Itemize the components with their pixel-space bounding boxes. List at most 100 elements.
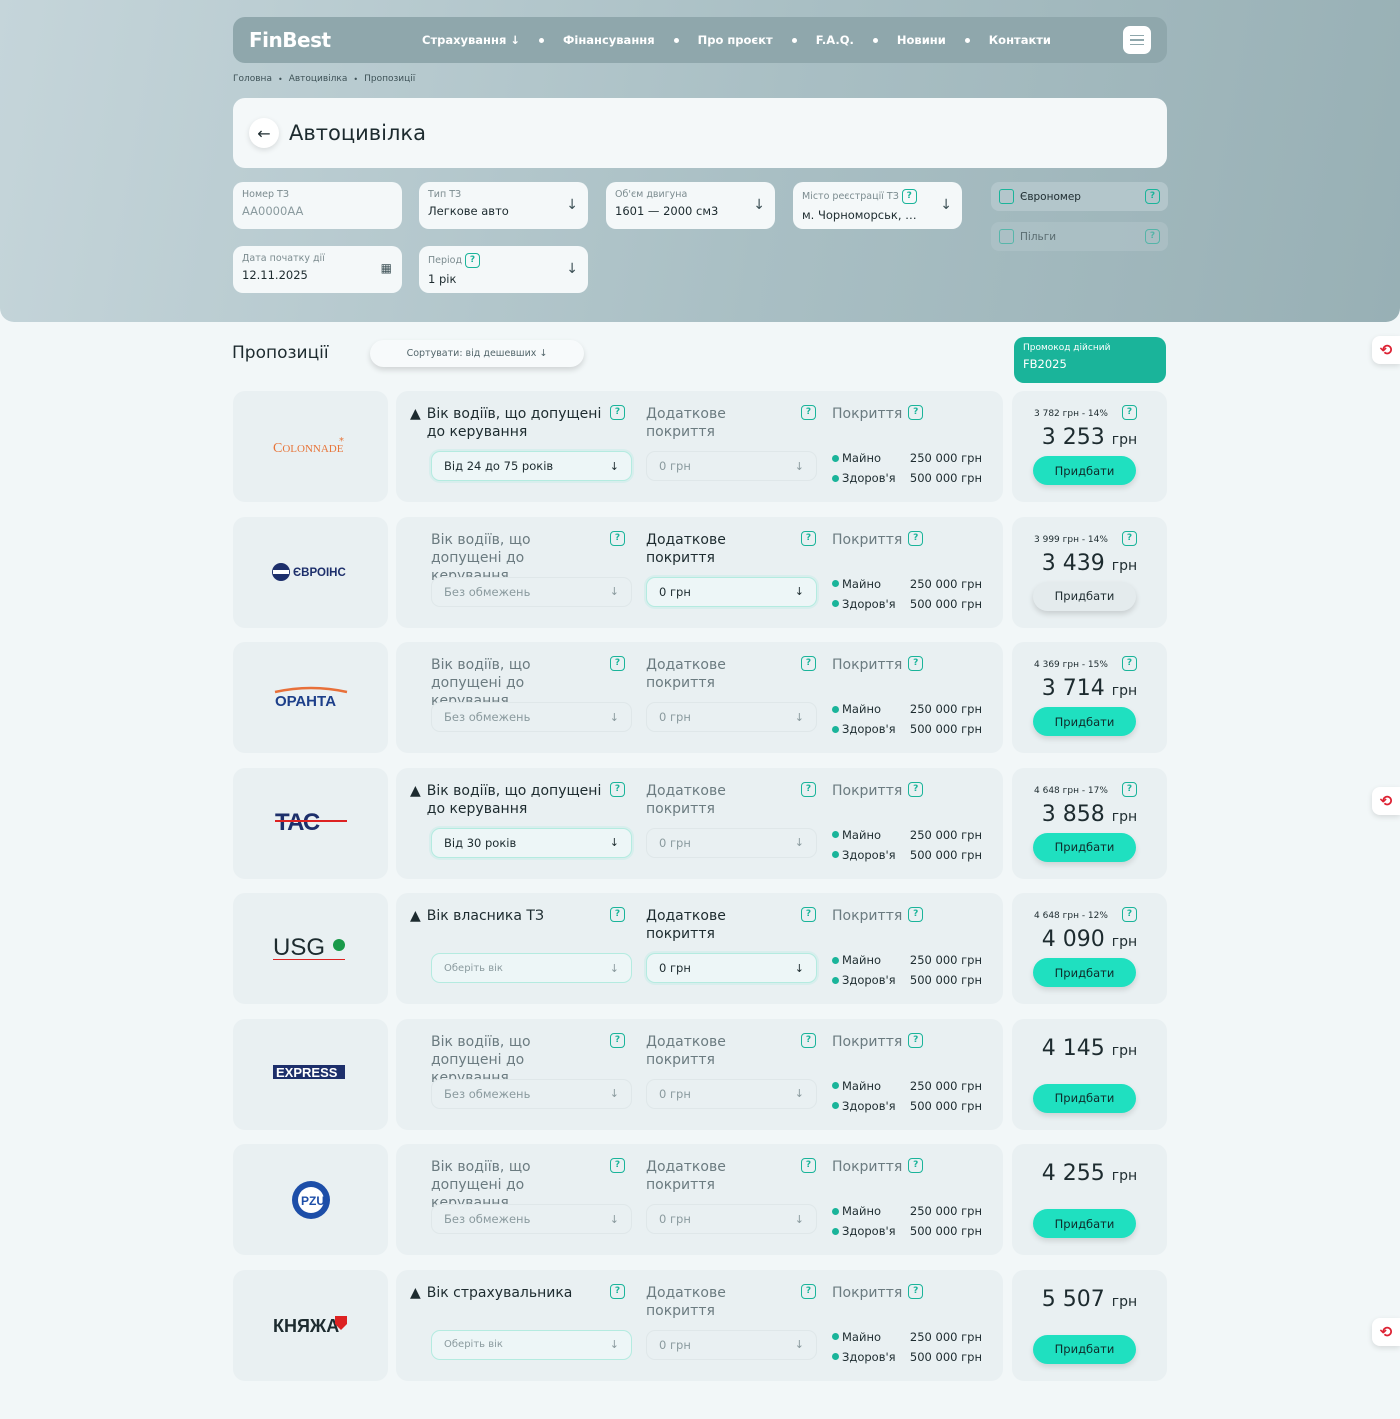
checkbox-icon[interactable] <box>999 189 1014 204</box>
extra-coverage-select[interactable]: 0 грн ↓ <box>646 451 817 481</box>
plate-input[interactable]: AA0000AA <box>242 204 362 218</box>
refresh-icon[interactable]: ⟲ <box>1372 787 1400 815</box>
age-select[interactable]: Від 24 до 75 років ↓ <box>431 451 632 481</box>
extra-coverage-select[interactable]: 0 грн ↓ <box>646 1078 817 1109</box>
offers-title: Пропозиції <box>232 343 329 363</box>
breadcrumb-osago[interactable]: Автоцивілка <box>289 74 348 84</box>
buy-button[interactable]: Придбати <box>1033 707 1136 736</box>
euro-plate-checkbox[interactable]: Єврономер ? <box>991 182 1168 211</box>
buy-button[interactable]: Придбати <box>1033 456 1136 485</box>
help-icon[interactable]: ? <box>801 907 816 922</box>
insurer-logo: КНЯЖА <box>233 1269 388 1381</box>
nav-link[interactable]: Про проєкт <box>698 33 773 47</box>
refresh-icon[interactable]: ⟲ <box>1372 336 1400 364</box>
buy-button[interactable]: Придбати <box>1033 1334 1136 1364</box>
help-icon[interactable]: ? <box>1122 530 1137 546</box>
buy-button[interactable]: Придбати <box>1033 1083 1136 1113</box>
help-icon[interactable]: ? <box>908 1283 924 1299</box>
help-icon[interactable]: ? <box>610 1158 625 1173</box>
checkbox-icon[interactable] <box>999 229 1014 244</box>
help-icon[interactable]: ? <box>1122 656 1137 671</box>
age-select[interactable]: Без обмежень ↓ <box>431 1078 632 1109</box>
svg-text:ТАС: ТАС <box>275 809 320 836</box>
help-icon[interactable]: ? <box>1122 405 1137 420</box>
extra-coverage-select[interactable]: 0 грн ↓ <box>646 1329 817 1360</box>
nav-link[interactable]: F.A.Q. <box>816 33 854 47</box>
buy-button[interactable]: Придбати <box>1033 958 1136 987</box>
city-select[interactable]: Місто реєстрації ТЗ? м. Чорноморськ, Од.… <box>793 182 962 229</box>
start-date-field[interactable]: Дата початку дії 12.11.2025 ▦ <box>233 246 402 293</box>
sort-button[interactable]: Сортувати: від дешевших ↓ <box>370 340 584 367</box>
promo-label: Промокод дійсний <box>1023 343 1111 353</box>
extra-coverage-select[interactable]: 0 грн ↓ <box>646 953 817 983</box>
plate-field[interactable]: Номер ТЗ AA0000AA <box>233 182 402 229</box>
nav-link[interactable]: Страхування ↓ <box>422 33 520 47</box>
help-icon[interactable]: ? <box>901 189 917 204</box>
help-icon[interactable]: ? <box>610 530 625 546</box>
nav-link[interactable]: Новини <box>897 33 946 47</box>
help-icon[interactable]: ? <box>801 656 816 671</box>
menu-icon[interactable] <box>1123 26 1151 54</box>
buy-button[interactable]: Придбати <box>1033 832 1136 862</box>
price-card: 3 999 грн - 14%? 3 439 грн Придбати <box>1012 516 1167 628</box>
help-icon[interactable]: ? <box>610 656 625 671</box>
nav-link[interactable]: Контакти <box>989 33 1051 47</box>
help-icon[interactable]: ? <box>801 1283 816 1299</box>
help-icon[interactable]: ? <box>908 530 924 546</box>
help-icon[interactable]: ? <box>908 656 924 671</box>
help-icon[interactable]: ? <box>610 907 625 922</box>
help-icon[interactable]: ? <box>801 530 816 546</box>
arrow-down-icon: ↓ <box>794 1087 804 1100</box>
arrow-down-icon: ↓ <box>794 961 804 975</box>
help-icon[interactable]: ? <box>908 1032 924 1048</box>
arrow-down-icon: ↓ <box>609 1338 619 1351</box>
help-icon[interactable]: ? <box>908 781 924 797</box>
age-select[interactable]: Оберіть вік ↓ <box>431 953 632 983</box>
extra-header: Додаткове покриття <box>646 406 726 440</box>
breadcrumb-home[interactable]: Головна <box>233 74 272 84</box>
benefits-checkbox[interactable]: Пільги ? <box>991 222 1168 251</box>
calendar-icon[interactable]: ▦ <box>381 261 392 275</box>
back-arrow-icon[interactable]: ← <box>249 118 279 148</box>
engine-select[interactable]: Об'єм двигуна 1601 — 2000 см3 ↓ <box>606 182 775 229</box>
age-select[interactable]: Оберіть вік ↓ <box>431 1329 632 1360</box>
offer-options: Вік водіїв, що допущені до керування ? Б… <box>396 1018 1003 1130</box>
refresh-icon[interactable]: ⟲ <box>1372 1318 1400 1346</box>
help-icon[interactable]: ? <box>610 1283 625 1299</box>
help-icon[interactable]: ? <box>1145 229 1160 244</box>
age-value: Оберіть вік <box>444 962 503 974</box>
help-icon[interactable]: ? <box>908 405 924 420</box>
promo-code-badge[interactable]: Промокод дійсний FB2025 <box>1014 337 1166 383</box>
nav-link[interactable]: Фінансування <box>563 33 655 47</box>
buy-button[interactable]: Придбати <box>1033 581 1136 611</box>
help-icon[interactable]: ? <box>465 253 481 268</box>
extra-coverage-select[interactable]: 0 грн ↓ <box>646 576 817 607</box>
extra-coverage-select[interactable]: 0 грн ↓ <box>646 1204 817 1234</box>
help-icon[interactable]: ? <box>610 1032 625 1048</box>
age-select[interactable]: Без обмежень ↓ <box>431 576 632 607</box>
help-icon[interactable]: ? <box>908 1158 924 1173</box>
age-value: Без обмежень <box>444 1086 531 1101</box>
age-select[interactable]: Від 30 років ↓ <box>431 827 632 858</box>
help-icon[interactable]: ? <box>801 405 816 420</box>
help-icon[interactable]: ? <box>1122 907 1137 922</box>
buy-button[interactable]: Придбати <box>1033 1209 1136 1238</box>
age-select[interactable]: Без обмежень ↓ <box>431 702 632 732</box>
help-icon[interactable]: ? <box>801 1032 816 1048</box>
arrow-down-icon: ↓ <box>609 1212 619 1226</box>
period-select[interactable]: Період? 1 рік ↓ <box>419 246 588 293</box>
extra-coverage-select[interactable]: 0 грн ↓ <box>646 827 817 858</box>
help-icon[interactable]: ? <box>610 781 625 797</box>
help-icon[interactable]: ? <box>1122 781 1137 797</box>
help-icon[interactable]: ? <box>610 405 625 420</box>
age-select[interactable]: Без обмежень ↓ <box>431 1204 632 1234</box>
vehicle-type-select[interactable]: Тип ТЗ Легкове авто ↓ <box>419 182 588 229</box>
help-icon[interactable]: ? <box>908 907 924 922</box>
help-icon[interactable]: ? <box>801 781 816 797</box>
help-icon[interactable]: ? <box>1145 189 1160 204</box>
offer-options: Вік водіїв, що допущені до керування ? Б… <box>396 516 1003 628</box>
extra-coverage-select[interactable]: 0 грн ↓ <box>646 702 817 732</box>
help-icon[interactable]: ? <box>801 1158 816 1173</box>
finbest-logo[interactable]: FinBest <box>249 28 422 52</box>
age-header: Вік власника ТЗ <box>426 908 544 924</box>
